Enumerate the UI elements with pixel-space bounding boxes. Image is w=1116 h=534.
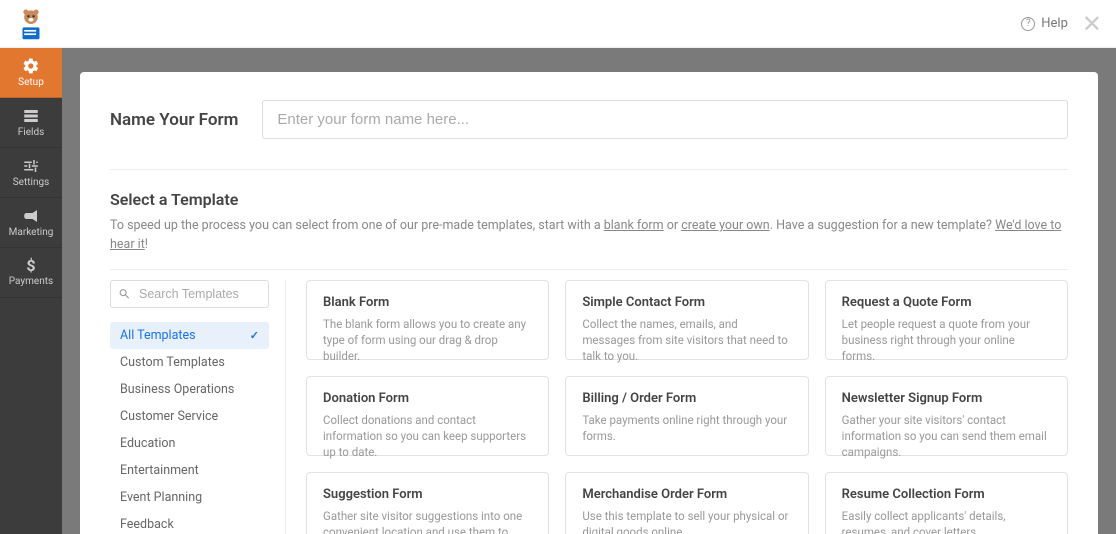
- template-card-billing-order[interactable]: Billing / Order Form Take payments onlin…: [565, 376, 808, 456]
- sidebar: Setup Fields Settings Marketing $ Paymen…: [0, 48, 62, 534]
- template-desc: Collect the names, emails, and messages …: [582, 316, 791, 364]
- help-icon: ?: [1021, 17, 1035, 31]
- create-your-own-link[interactable]: create your own: [681, 218, 770, 233]
- template-title: Billing / Order Form: [582, 391, 791, 406]
- template-desc: Let people request a quote from your bus…: [842, 316, 1051, 364]
- sidebar-item-payments[interactable]: $ Payments: [0, 248, 62, 298]
- bullhorn-icon: [22, 207, 40, 225]
- category-event-planning[interactable]: Event Planning: [110, 484, 269, 511]
- template-card-newsletter[interactable]: Newsletter Signup Form Gather your site …: [825, 376, 1068, 456]
- category-label: Entertainment: [120, 463, 199, 478]
- template-card-donation[interactable]: Donation Form Collect donations and cont…: [306, 376, 549, 456]
- template-title: Newsletter Signup Form: [842, 391, 1051, 406]
- template-desc: Take payments online right through your …: [582, 412, 791, 444]
- template-title: Request a Quote Form: [842, 295, 1051, 310]
- app-logo: [14, 7, 48, 41]
- category-label: Business Operations: [120, 382, 234, 397]
- category-feedback[interactable]: Feedback: [110, 511, 269, 534]
- category-label: Education: [120, 436, 175, 451]
- help-label: Help: [1041, 16, 1068, 31]
- grid-icon: [22, 107, 40, 125]
- template-desc: Collect donations and contact informatio…: [323, 412, 532, 460]
- category-education[interactable]: Education: [110, 430, 269, 457]
- select-template-title: Select a Template: [110, 190, 1068, 209]
- template-title: Resume Collection Form: [842, 487, 1051, 502]
- form-name-input[interactable]: [262, 100, 1068, 139]
- blank-form-link[interactable]: blank form: [604, 218, 664, 233]
- dollar-icon: $: [26, 258, 35, 274]
- template-grid: Blank Form The blank form allows you to …: [286, 280, 1068, 534]
- template-card-request-quote[interactable]: Request a Quote Form Let people request …: [825, 280, 1068, 360]
- sidebar-item-label: Marketing: [9, 227, 54, 238]
- template-title: Suggestion Form: [323, 487, 532, 502]
- sidebar-item-label: Payments: [9, 276, 53, 287]
- close-button[interactable]: ✕: [1082, 12, 1102, 36]
- template-card-merchandise[interactable]: Merchandise Order Form Use this template…: [565, 472, 808, 534]
- template-card-simple-contact[interactable]: Simple Contact Form Collect the names, e…: [565, 280, 808, 360]
- sidebar-item-label: Settings: [13, 177, 50, 188]
- sidebar-item-setup[interactable]: Setup: [0, 48, 62, 98]
- search-templates-input[interactable]: [110, 280, 269, 308]
- category-list: All Templates ✓ Custom Templates Busines…: [110, 322, 269, 534]
- template-card-blank-form[interactable]: Blank Form The blank form allows you to …: [306, 280, 549, 360]
- check-icon: ✓: [250, 329, 259, 342]
- sidebar-item-label: Fields: [18, 127, 45, 138]
- template-title: Simple Contact Form: [582, 295, 791, 310]
- help-button[interactable]: ? Help: [1021, 16, 1068, 31]
- category-label: Event Planning: [120, 490, 202, 505]
- category-custom-templates[interactable]: Custom Templates: [110, 349, 269, 376]
- sidebar-item-fields[interactable]: Fields: [0, 98, 62, 148]
- category-label: Custom Templates: [120, 355, 225, 370]
- template-desc: Use this template to sell your physical …: [582, 508, 791, 534]
- sliders-icon: [22, 157, 40, 175]
- gear-icon: [22, 57, 40, 75]
- template-desc: Easily collect applicants' details, resu…: [842, 508, 1051, 534]
- category-label: Feedback: [120, 517, 174, 532]
- template-title: Donation Form: [323, 391, 532, 406]
- category-label: Customer Service: [120, 409, 218, 424]
- template-desc: The blank form allows you to create any …: [323, 316, 532, 364]
- select-template-desc: To speed up the process you can select f…: [110, 217, 1068, 255]
- template-card-resume[interactable]: Resume Collection Form Easily collect ap…: [825, 472, 1068, 534]
- category-label: All Templates: [120, 328, 196, 343]
- template-desc: Gather site visitor suggestions into one…: [323, 508, 532, 534]
- sidebar-item-settings[interactable]: Settings: [0, 148, 62, 198]
- category-business-operations[interactable]: Business Operations: [110, 376, 269, 403]
- template-desc: Gather your site visitors' contact infor…: [842, 412, 1051, 460]
- category-customer-service[interactable]: Customer Service: [110, 403, 269, 430]
- sidebar-item-marketing[interactable]: Marketing: [0, 198, 62, 248]
- search-icon: [118, 287, 131, 300]
- sidebar-item-label: Setup: [18, 77, 44, 88]
- name-form-title: Name Your Form: [110, 110, 238, 130]
- category-all-templates[interactable]: All Templates ✓: [110, 322, 269, 349]
- template-title: Blank Form: [323, 295, 532, 310]
- template-card-suggestion[interactable]: Suggestion Form Gather site visitor sugg…: [306, 472, 549, 534]
- template-title: Merchandise Order Form: [582, 487, 791, 502]
- category-entertainment[interactable]: Entertainment: [110, 457, 269, 484]
